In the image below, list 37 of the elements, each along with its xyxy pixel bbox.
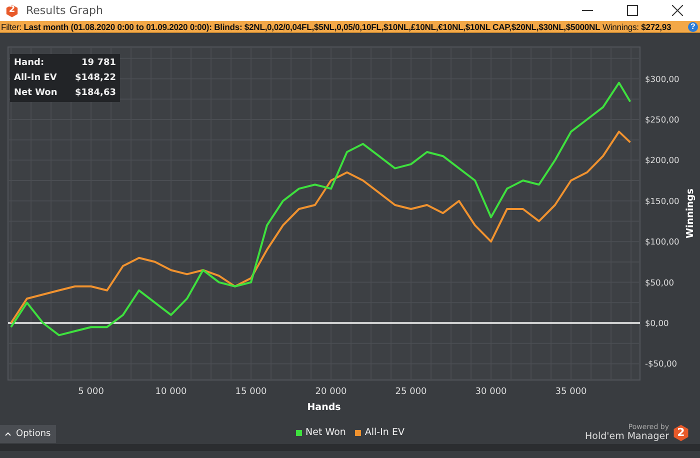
y-tick-label: $150,00: [645, 196, 680, 206]
x-tick-label: 20 000: [315, 387, 347, 397]
y-tick-label: $50,00: [645, 277, 674, 288]
options-button[interactable]: Options: [0, 425, 56, 443]
legend-swatch: [296, 430, 302, 436]
x-tick-label: 15 000: [235, 387, 267, 397]
stat-value: $184,63: [75, 87, 116, 100]
close-icon[interactable]: [672, 5, 683, 16]
stat-label: All-In EV: [14, 72, 58, 85]
filter-summary: Filter: Last month (01.08.2020 0:00 to 01.09.2020 0:00): Blinds: $2NL,0,02/0,04FL,$5NL,0,05/0,10FL,$10NL,£10NL,€10NL,$10NL CAP,$20NL,$30NL,$5000NL Winnings: $272,93: [1, 22, 672, 32]
stat-value: $148,22: [75, 72, 116, 85]
y-tick-label: -$50,00: [645, 358, 678, 369]
window-title: Results Graph: [26, 4, 104, 17]
y-tick-label: $100,00: [645, 236, 680, 247]
help-button[interactable]: ?: [688, 22, 698, 32]
maximize-icon[interactable]: [627, 5, 638, 16]
x-tick-label: 30 000: [475, 387, 507, 397]
product-name: Hold'em Manager: [585, 431, 669, 442]
stat-value: 19 781: [80, 57, 116, 70]
y-tick-label: $250,00: [645, 114, 680, 124]
y-tick-label: $300,00: [645, 74, 680, 84]
y-tick-label: $200,00: [645, 155, 680, 166]
legend-label: All-In EV: [364, 427, 404, 438]
x-tick-label: 10 000: [155, 387, 187, 397]
legend-swatch: [354, 430, 361, 436]
x-tick-label: 25 000: [395, 387, 427, 397]
y-tick-label: $0,00: [645, 318, 669, 328]
y-axis-title: Winnings: [685, 188, 696, 238]
brand-logo-icon: 2: [672, 424, 690, 442]
x-axis-title: Hands: [307, 402, 341, 413]
app-logo-icon: 2: [5, 4, 19, 18]
stat-label: Hand:: [14, 57, 46, 70]
x-tick-label: 5 000: [78, 387, 104, 397]
x-tick-label: 35 000: [555, 387, 587, 397]
caret-icon: [5, 432, 11, 436]
legend-label: Net Won: [306, 427, 346, 438]
stat-label: Net Won: [14, 87, 58, 100]
